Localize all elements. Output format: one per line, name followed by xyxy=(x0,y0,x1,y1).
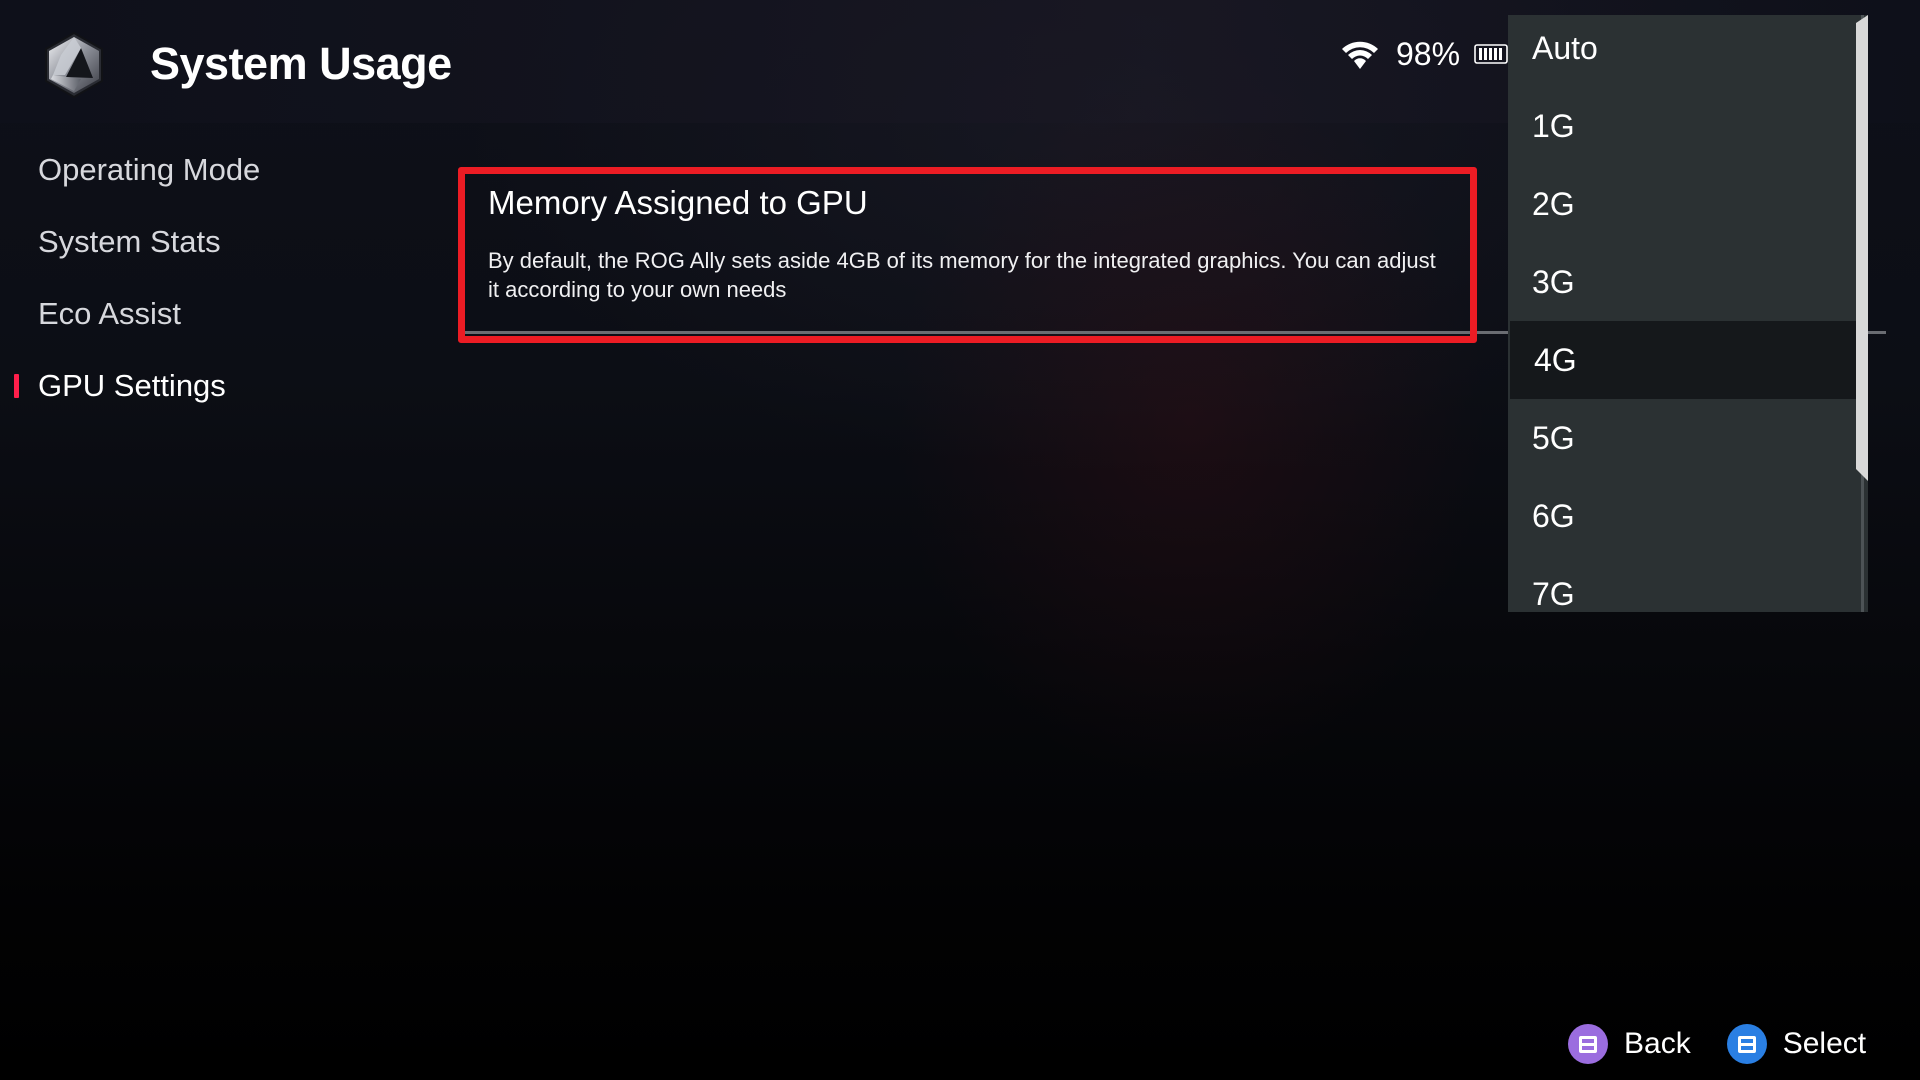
page-title: System Usage xyxy=(150,38,452,89)
select-button[interactable]: Select xyxy=(1726,1024,1867,1064)
wifi-icon xyxy=(1342,41,1378,69)
gamepad-a-button-icon xyxy=(1726,1024,1767,1064)
sidebar-item-label: Operating Mode xyxy=(38,152,261,187)
battery-percentage: 98% xyxy=(1396,35,1461,72)
gpu-memory-dropdown[interactable]: Auto 1G 2G 3G 4G 5G 6G 7G xyxy=(1508,15,1868,612)
sidebar-nav: Operating Mode System Stats Eco Assist G… xyxy=(0,140,400,428)
sidebar-item-eco-assist[interactable]: Eco Assist xyxy=(0,284,400,356)
armoury-crate-logo-icon xyxy=(45,31,103,99)
dropdown-option-auto[interactable]: Auto xyxy=(1508,15,1856,87)
dropdown-option-4g-selected[interactable]: 4G xyxy=(1510,321,1856,399)
sidebar-item-system-stats[interactable]: System Stats xyxy=(0,212,400,284)
sidebar-item-gpu-settings[interactable]: GPU Settings xyxy=(0,356,400,428)
sidebar-item-label: GPU Settings xyxy=(38,368,226,403)
back-button[interactable]: Back xyxy=(1568,1024,1691,1064)
dropdown-option-5g[interactable]: 5G xyxy=(1508,399,1856,477)
status-bar: 98% xyxy=(1340,34,1508,74)
gamepad-b-button-icon xyxy=(1568,1024,1608,1064)
back-label: Back xyxy=(1624,1027,1691,1060)
setting-title: Memory Assigned to GPU xyxy=(488,184,868,221)
dropdown-option-6g[interactable]: 6G xyxy=(1508,477,1856,555)
active-indicator xyxy=(14,374,19,398)
sidebar-item-label: Eco Assist xyxy=(38,296,181,331)
battery-icon xyxy=(1474,44,1508,64)
sidebar-item-operating-mode[interactable]: Operating Mode xyxy=(0,140,400,212)
dropdown-option-3g[interactable]: 3G xyxy=(1508,243,1856,321)
setting-description: By default, the ROG Ally sets aside 4GB … xyxy=(488,248,1436,302)
dropdown-option-1g[interactable]: 1G xyxy=(1508,87,1856,165)
memory-assigned-to-gpu-setting[interactable]: Memory Assigned to GPU By default, the R… xyxy=(458,167,1477,343)
dropdown-option-7g[interactable]: 7G xyxy=(1508,555,1856,612)
select-label: Select xyxy=(1782,1027,1867,1060)
dropdown-options: Auto 1G 2G 3G 4G 5G 6G 7G xyxy=(1508,15,1856,612)
dropdown-scrollbar-thumb[interactable] xyxy=(1856,15,1868,481)
sidebar-item-label: System Stats xyxy=(38,224,221,259)
footer-button-hints: Back Select xyxy=(1568,1022,1866,1066)
dropdown-option-2g[interactable]: 2G xyxy=(1508,165,1856,243)
